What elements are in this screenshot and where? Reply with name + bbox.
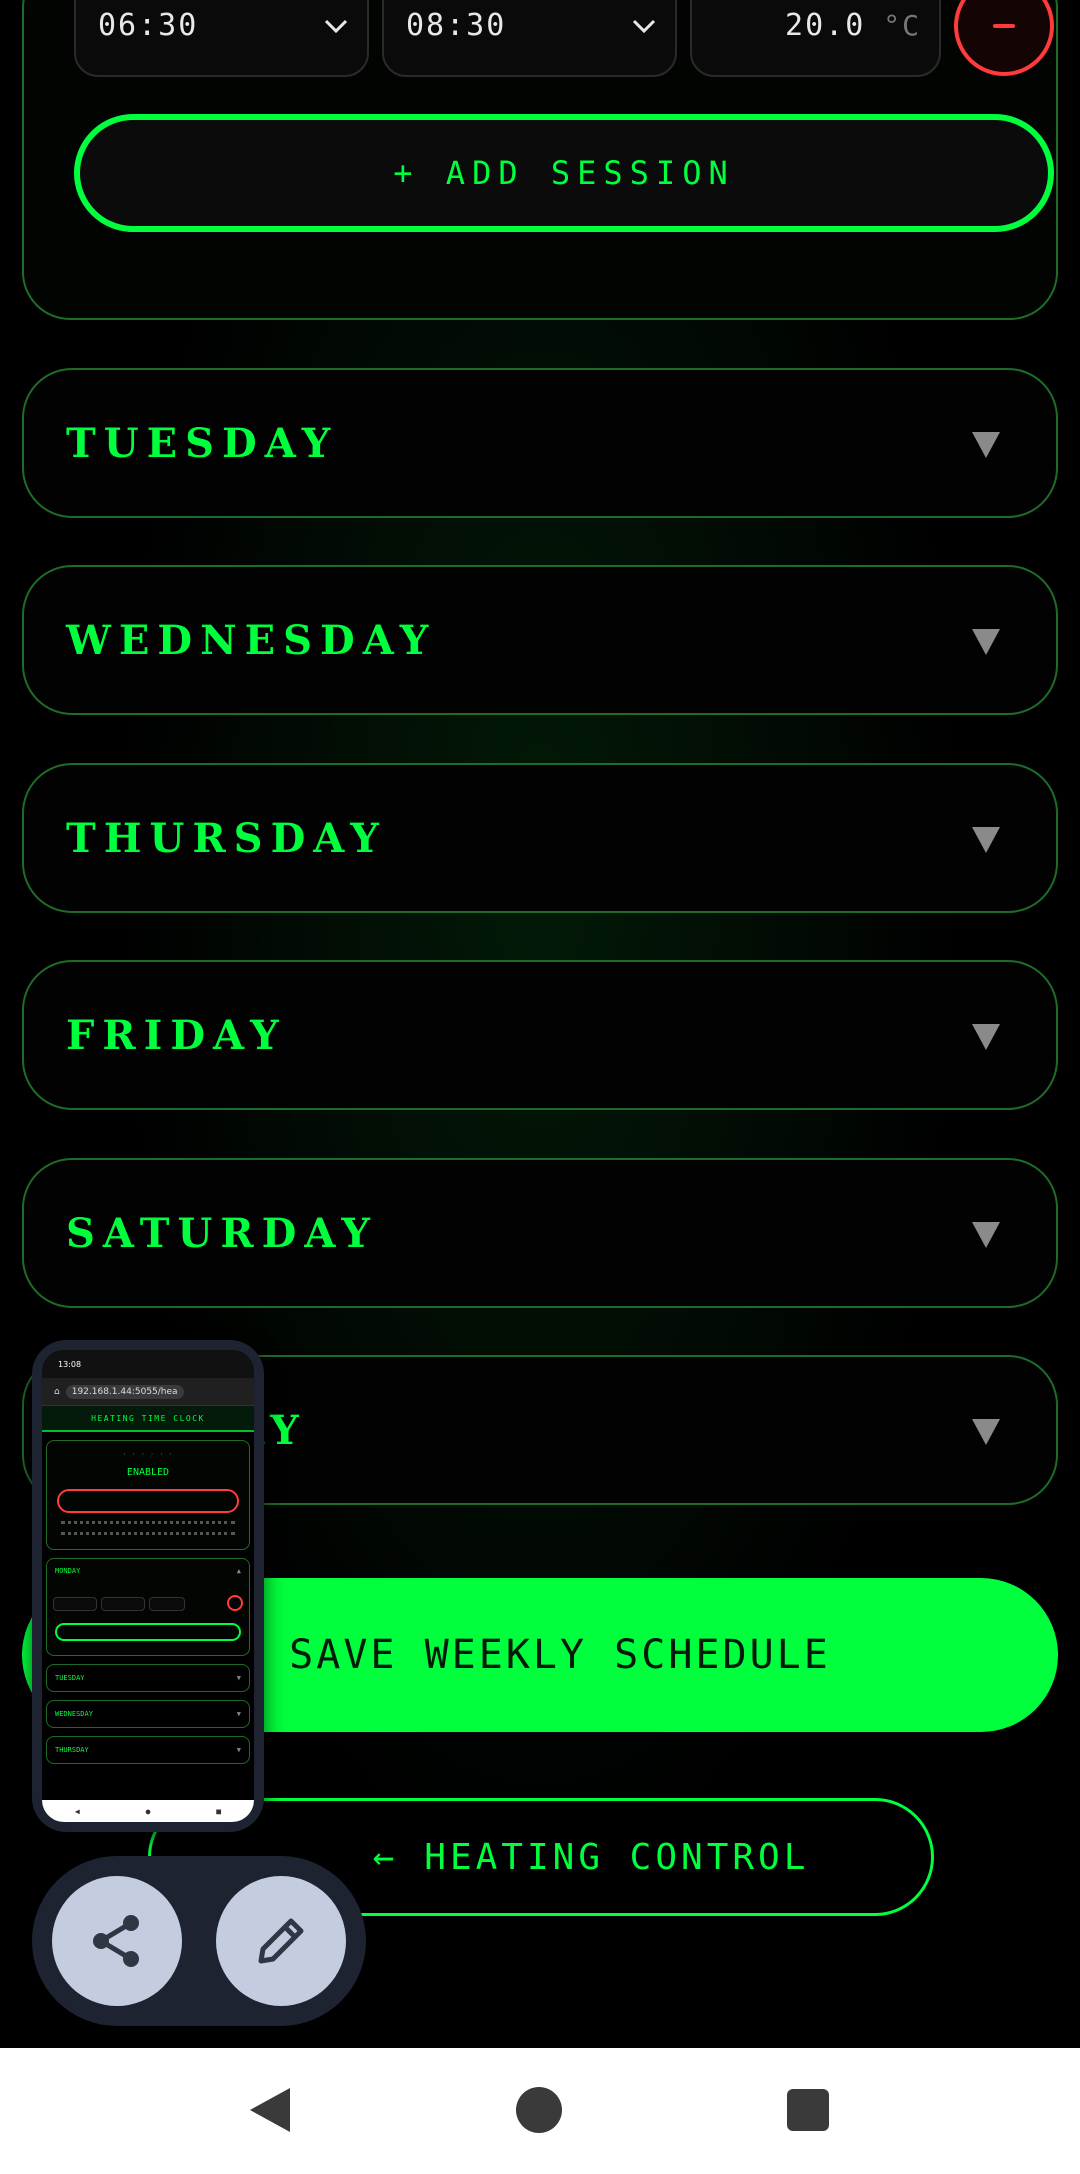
schedule-screen: 06:30 08:30 20.0 °C + ADD SESSION TUESDA… — [0, 0, 1080, 2048]
home-icon: ⌂ — [54, 1386, 60, 1397]
preview-day-thursday: THURSDAY ▼ — [46, 1736, 250, 1764]
heating-control-label: HEATING CONTROL — [424, 1836, 810, 1878]
preview-day-label: WEDNESDAY — [55, 1710, 93, 1718]
day-card-thursday[interactable]: THURSDAY — [22, 763, 1058, 913]
preview-end-field — [101, 1597, 145, 1611]
preview-triangle-icon: ▼ — [236, 1674, 241, 1682]
expand-triangle-icon — [972, 1222, 1000, 1248]
preview-remove-button — [227, 1595, 243, 1611]
back-icon[interactable] — [250, 2088, 290, 2132]
add-session-button[interactable]: + ADD SESSION — [74, 114, 1054, 232]
preview-triangle-icon: ▼ — [236, 1746, 241, 1754]
preview-temp-field — [149, 1597, 185, 1611]
preview-header: HEATING TIME CLOCK — [42, 1406, 254, 1432]
expand-triangle-icon — [972, 1024, 1000, 1050]
expand-triangle-icon — [972, 432, 1000, 458]
temperature-value: 20.0 — [785, 7, 866, 43]
preview-monday-label: MONDAY — [55, 1567, 81, 1575]
day-label: FRIDAY — [66, 1011, 287, 1059]
preview-status-card: · · · · · · ENABLED — [46, 1440, 250, 1550]
preview-status-value: ENABLED — [126, 1467, 170, 1478]
preview-description — [61, 1521, 235, 1535]
expand-triangle-icon — [972, 1419, 1000, 1445]
arrow-left-icon: ← — [372, 1836, 399, 1878]
day-card-wednesday[interactable]: WEDNESDAY — [22, 565, 1058, 715]
preview-disable-button — [57, 1489, 239, 1513]
preview-day-label: TUESDAY — [55, 1674, 85, 1682]
preview-screen: 13:08 ⌂ 192.168.1.44:5055/hea HEATING TI… — [42, 1350, 254, 1822]
preview-monday-card: MONDAY ▲ — [46, 1558, 250, 1656]
monday-card: 06:30 08:30 20.0 °C + ADD SESSION — [22, 0, 1058, 320]
recents-icon[interactable] — [787, 2089, 829, 2131]
temperature-input[interactable]: 20.0 °C — [690, 0, 941, 77]
day-label: SATURDAY — [66, 1209, 378, 1257]
preview-triangle-icon: ▼ — [236, 1710, 241, 1718]
share-icon — [93, 1915, 139, 1967]
expand-triangle-icon — [972, 629, 1000, 655]
preview-status-label: · · · · · · — [122, 1451, 174, 1458]
preview-day-label: THURSDAY — [55, 1746, 89, 1754]
home-icon[interactable] — [516, 2087, 562, 2133]
chevron-down-icon — [632, 19, 656, 34]
end-time-select[interactable]: 08:30 — [382, 0, 677, 77]
edit-button[interactable] — [216, 1876, 346, 2006]
screenshot-preview[interactable]: 13:08 ⌂ 192.168.1.44:5055/hea HEATING TI… — [32, 1340, 264, 1832]
system-nav-bar — [0, 2048, 1080, 2174]
day-card-saturday[interactable]: SATURDAY — [22, 1158, 1058, 1308]
day-card-friday[interactable]: FRIDAY — [22, 960, 1058, 1110]
share-button[interactable] — [52, 1876, 182, 2006]
preview-url: 192.168.1.44:5055/hea — [65, 1384, 184, 1399]
preview-recents-icon: ■ — [216, 1806, 222, 1816]
start-time-value: 06:30 — [98, 7, 199, 43]
day-label: WEDNESDAY — [66, 616, 437, 664]
preview-start-field — [53, 1597, 97, 1611]
preview-day-tuesday: TUESDAY ▼ — [46, 1664, 250, 1692]
preview-collapse-icon: ▲ — [236, 1567, 241, 1575]
minus-icon — [993, 24, 1015, 28]
preview-time: 13:08 — [58, 1359, 82, 1369]
preview-home-icon: ● — [145, 1806, 151, 1816]
preview-nav-bar: ◀ ● ■ — [42, 1800, 254, 1822]
temperature-unit: °C — [883, 8, 921, 42]
remove-session-button[interactable] — [954, 0, 1054, 76]
day-label: TUESDAY — [66, 419, 339, 467]
chevron-down-icon — [324, 19, 348, 34]
preview-url-bar: ⌂ 192.168.1.44:5055/hea — [42, 1378, 254, 1406]
preview-day-wednesday: WEDNESDAY ▼ — [46, 1700, 250, 1728]
expand-triangle-icon — [972, 827, 1000, 853]
pencil-icon — [258, 1918, 304, 1964]
preview-status-bar: 13:08 — [42, 1350, 254, 1378]
screenshot-actions — [32, 1856, 366, 2026]
day-label: THURSDAY — [66, 814, 387, 862]
end-time-value: 08:30 — [406, 7, 507, 43]
start-time-select[interactable]: 06:30 — [74, 0, 369, 77]
day-card-tuesday[interactable]: TUESDAY — [22, 368, 1058, 518]
preview-add-session — [55, 1623, 241, 1641]
preview-back-icon: ◀ — [74, 1806, 80, 1816]
